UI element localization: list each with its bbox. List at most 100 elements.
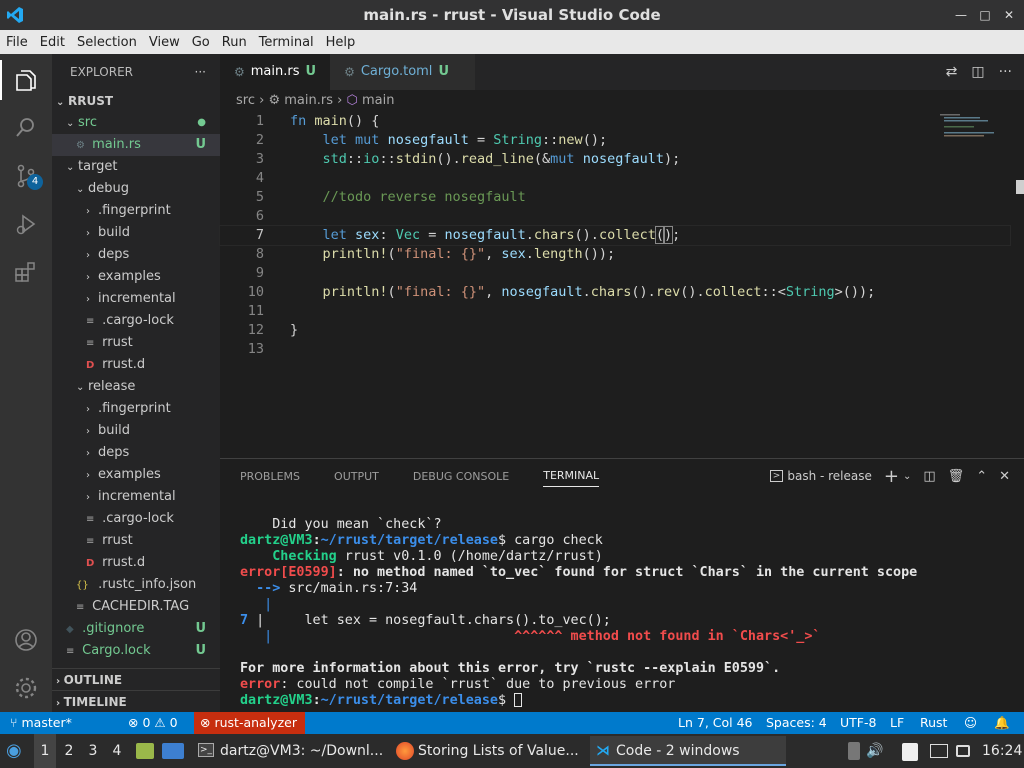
indentation[interactable]: Spaces: 4 — [766, 712, 827, 734]
tree-folder[interactable]: › deps — [52, 442, 220, 464]
clock[interactable]: 16:24 — [982, 734, 1022, 768]
menu-help[interactable]: Help — [326, 35, 356, 50]
workspace-2[interactable]: 2 — [58, 734, 80, 768]
code-editor[interactable]: 1 fn main() { 2 let mut nosegfault = Stri… — [219, 112, 1011, 359]
maximize-panel-icon[interactable]: ⌃ — [976, 469, 987, 484]
task-terminal[interactable]: >_ dartz@VM3: ~/Downl... — [194, 736, 390, 766]
menu-terminal[interactable]: Terminal — [259, 35, 314, 50]
menu-selection[interactable]: Selection — [77, 35, 137, 50]
tab-debug-console[interactable]: DEBUG CONSOLE — [413, 470, 509, 483]
code-line: let mut nosegfault = String::new(); — [322, 132, 608, 148]
tree-file[interactable]: ≡ Cargo.lock U — [52, 640, 220, 662]
tree-item-label: build — [98, 225, 130, 240]
close-panel-icon[interactable]: ✕ — [999, 469, 1010, 484]
terminal-cursor — [514, 693, 523, 707]
minimize-icon[interactable]: — — [952, 6, 970, 24]
explorer-icon[interactable] — [0, 60, 40, 100]
accounts-icon[interactable] — [12, 626, 40, 654]
editor-scrollbar[interactable] — [1016, 180, 1024, 194]
tree-folder[interactable]: ⌄ target — [52, 156, 220, 178]
file-manager-icon[interactable] — [136, 743, 154, 759]
tree-folder[interactable]: ⌄ debug — [52, 178, 220, 200]
run-debug-icon[interactable] — [12, 210, 40, 238]
more-actions-icon[interactable]: ··· — [195, 54, 206, 90]
tree-folder[interactable]: › incremental — [52, 288, 220, 310]
show-desktop-icon[interactable] — [162, 743, 184, 759]
tree-folder[interactable]: ⌄ release — [52, 376, 220, 398]
extensions-icon[interactable] — [12, 258, 40, 286]
tree-file[interactable]: ≡ rrust — [52, 332, 220, 354]
tree-file[interactable]: D rrust.d — [52, 354, 220, 376]
tree-folder[interactable]: › examples — [52, 266, 220, 288]
tree-file[interactable]: {} .rustc_info.json — [52, 574, 220, 596]
tree-folder[interactable]: › .fingerprint — [52, 398, 220, 420]
task-vscode[interactable]: ⋊ Code - 2 windows — [590, 736, 786, 766]
tree-folder[interactable]: › .fingerprint — [52, 200, 220, 222]
network-icon[interactable] — [930, 744, 948, 758]
tree-file[interactable]: ≡ rrust — [52, 530, 220, 552]
terminal-output[interactable]: Did you mean `check`? dartz@VM3:~/rrust/… — [240, 517, 917, 709]
line-ending[interactable]: LF — [890, 712, 904, 734]
tree-folder[interactable]: ⌄ src ● — [52, 112, 220, 134]
menu-view[interactable]: View — [149, 35, 180, 50]
tab-terminal[interactable]: TERMINAL — [543, 469, 600, 487]
tree-file[interactable]: ≡ .cargo-lock — [52, 310, 220, 332]
problems-indicator[interactable]: ⊗ 0 ⚠ 0 — [128, 712, 178, 734]
volume-icon[interactable]: 🔊 — [866, 734, 883, 768]
outline-section[interactable]: › OUTLINE — [52, 668, 220, 690]
tab-cargo-toml[interactable]: ⚙ Cargo.toml U — [330, 54, 475, 90]
new-terminal-icon[interactable]: + — [884, 466, 899, 487]
menu-go[interactable]: Go — [192, 35, 210, 50]
tree-file[interactable]: ≡ CACHEDIR.TAG — [52, 596, 220, 618]
tab-problems[interactable]: PROBLEMS — [240, 470, 300, 483]
breadcrumb-symbol[interactable]: main — [362, 93, 394, 108]
language-mode[interactable]: Rust — [920, 712, 947, 734]
breadcrumb-file[interactable]: main.rs — [284, 93, 333, 108]
editor-more-icon[interactable]: ··· — [999, 64, 1012, 80]
split-terminal-icon[interactable]: ◫ — [923, 469, 935, 484]
rust-analyzer-status[interactable]: ⊗ rust-analyzer — [194, 712, 305, 734]
tree-folder[interactable]: › incremental — [52, 486, 220, 508]
branch-indicator[interactable]: ⑂ master* — [10, 712, 72, 734]
clipboard-icon[interactable] — [902, 743, 918, 761]
workspace-3[interactable]: 3 — [82, 734, 104, 768]
tree-file[interactable]: D rrust.d — [52, 552, 220, 574]
breadcrumb-folder[interactable]: src — [236, 93, 255, 108]
start-menu-icon[interactable]: ◉ — [6, 734, 22, 768]
workspace-4[interactable]: 4 — [106, 734, 128, 768]
cursor-position[interactable]: Ln 7, Col 46 — [678, 712, 753, 734]
tree-folder[interactable]: › examples — [52, 464, 220, 486]
workspace-1[interactable]: 1 — [34, 734, 56, 768]
tree-file[interactable]: ◆ .gitignore U — [52, 618, 220, 640]
tray-scroll-icon[interactable] — [848, 742, 860, 760]
task-firefox[interactable]: Storing Lists of Value... — [392, 736, 588, 766]
tree-file[interactable]: ⚙ main.rs U — [52, 134, 220, 156]
chevron-down-icon[interactable]: ⌄ — [903, 471, 911, 482]
timeline-section[interactable]: › TIMELINE — [52, 690, 220, 712]
trash-icon[interactable]: 🗑 — [948, 469, 965, 484]
tree-file[interactable]: ≡ .cargo-lock — [52, 508, 220, 530]
terminal-selector[interactable]: bash - release — [787, 469, 872, 483]
explorer-root-folder[interactable]: ⌄ RRUST — [52, 90, 220, 112]
tab-main-rs[interactable]: ⚙ main.rs U — [220, 54, 331, 90]
tab-output[interactable]: OUTPUT — [334, 470, 379, 483]
lock-icon[interactable] — [956, 745, 970, 757]
menu-run[interactable]: Run — [222, 35, 247, 50]
maximize-icon[interactable]: □ — [976, 6, 994, 24]
notifications-bell-icon[interactable]: 🔔 — [994, 712, 1010, 734]
feedback-icon[interactable]: ☺ — [964, 712, 977, 734]
menu-file[interactable]: File — [6, 35, 28, 50]
open-changes-icon[interactable]: ⇄ — [946, 64, 958, 80]
search-icon[interactable] — [12, 114, 40, 142]
prompt-user: dartz@VM3 — [240, 533, 313, 548]
close-icon[interactable]: ✕ — [1000, 6, 1018, 24]
encoding[interactable]: UTF-8 — [840, 712, 876, 734]
tree-folder[interactable]: › deps — [52, 244, 220, 266]
minimap[interactable] — [940, 112, 1010, 142]
split-editor-icon[interactable]: ◫ — [971, 64, 984, 80]
tree-folder[interactable]: › build — [52, 222, 220, 244]
code-line: let sex: Vec = nosegfault.chars().collec… — [322, 226, 681, 244]
settings-gear-icon[interactable] — [12, 674, 40, 702]
menu-edit[interactable]: Edit — [40, 35, 65, 50]
tree-folder[interactable]: › build — [52, 420, 220, 442]
